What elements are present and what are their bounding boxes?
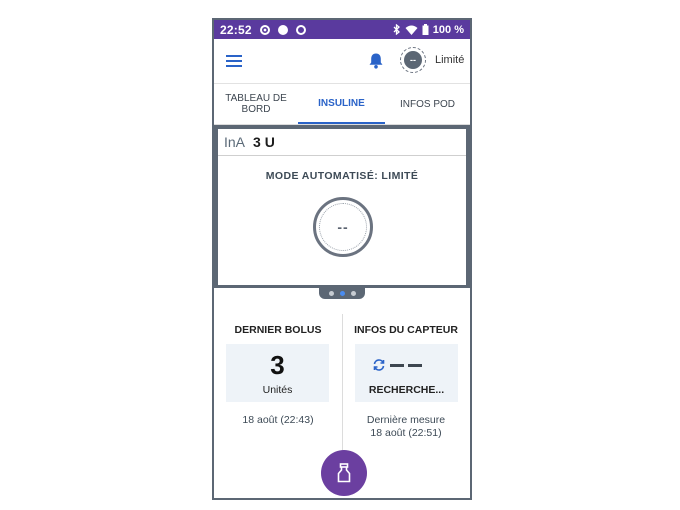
battery-level: 100 % bbox=[432, 23, 464, 36]
last-bolus-units: Unités bbox=[262, 384, 293, 396]
ina-label: InA bbox=[224, 134, 246, 150]
last-bolus-box[interactable]: 3 Unités bbox=[226, 344, 329, 402]
mode-status-label[interactable]: Limité bbox=[435, 54, 464, 66]
last-bolus-time: 18 août (22:43) bbox=[242, 414, 314, 426]
insulin-vial-icon bbox=[337, 463, 351, 483]
sensor-status: RECHERCHE... bbox=[368, 384, 445, 396]
circle-icon bbox=[277, 24, 288, 35]
battery-icon bbox=[422, 24, 429, 35]
sensor-dash bbox=[390, 363, 404, 367]
sensor-last-reading-label: Dernière mesure bbox=[366, 414, 446, 426]
app-bar: -- Limité bbox=[214, 39, 470, 84]
panel-divider bbox=[342, 314, 343, 464]
sensor-last-reading-time: 18 août (22:51) bbox=[370, 427, 442, 439]
automated-mode-label: MODE AUTOMATISÉ: LIMITÉ bbox=[265, 170, 419, 182]
glucose-gauge: -- bbox=[313, 197, 373, 257]
sync-icon bbox=[295, 24, 306, 35]
menu-icon[interactable] bbox=[226, 55, 242, 67]
summary-section: DERNIER BOLUS 3 Unités 18 août (22:43) I… bbox=[214, 288, 470, 498]
tab-bar: TABLEAU DE BORD INSULINE INFOS POD bbox=[214, 84, 470, 125]
tab-insulin[interactable]: INSULINE bbox=[298, 84, 385, 124]
refresh-icon bbox=[373, 359, 385, 371]
gauge-value: -- bbox=[337, 219, 349, 235]
last-bolus-title: DERNIER BOLUS bbox=[234, 324, 322, 336]
bolus-button[interactable] bbox=[321, 450, 367, 496]
tab-dashboard[interactable]: TABLEAU DE BORD bbox=[214, 84, 298, 124]
sensor-reading-row bbox=[372, 358, 422, 372]
pod-status-avatar[interactable]: -- bbox=[400, 47, 426, 73]
sensor-dash bbox=[408, 363, 422, 367]
page-dot[interactable] bbox=[350, 291, 356, 296]
page-indicator bbox=[319, 288, 365, 299]
sensor-last-reading: Dernière mesure 18 août (22:51) bbox=[342, 414, 470, 440]
status-avatar-text: -- bbox=[404, 51, 422, 69]
insulin-card[interactable]: InA 3 U MODE AUTOMATISÉ: LIMITÉ -- bbox=[218, 129, 466, 285]
phone-screen: 22:52 100 % -- Limité TABLEAU DE BORD IN… bbox=[212, 18, 472, 500]
bell-icon[interactable] bbox=[368, 52, 384, 69]
ina-value: 3 U bbox=[253, 134, 275, 150]
dashboard-panel: InA 3 U MODE AUTOMATISÉ: LIMITÉ -- bbox=[214, 125, 470, 288]
insulin-on-board-row: InA 3 U bbox=[218, 129, 466, 156]
page-dot[interactable] bbox=[328, 291, 334, 296]
tab-pod-info[interactable]: INFOS POD bbox=[385, 84, 470, 124]
bluetooth-icon bbox=[393, 24, 400, 35]
sensor-info-box[interactable]: RECHERCHE... bbox=[355, 344, 458, 402]
status-bar: 22:52 100 % bbox=[214, 20, 470, 39]
record-icon bbox=[259, 24, 270, 35]
last-bolus-value: 3 bbox=[270, 350, 285, 380]
page-dot-active[interactable] bbox=[339, 291, 345, 296]
clock: 22:52 bbox=[220, 22, 252, 37]
sensor-info-title: INFOS DU CAPTEUR bbox=[354, 324, 458, 336]
wifi-icon bbox=[405, 25, 418, 35]
